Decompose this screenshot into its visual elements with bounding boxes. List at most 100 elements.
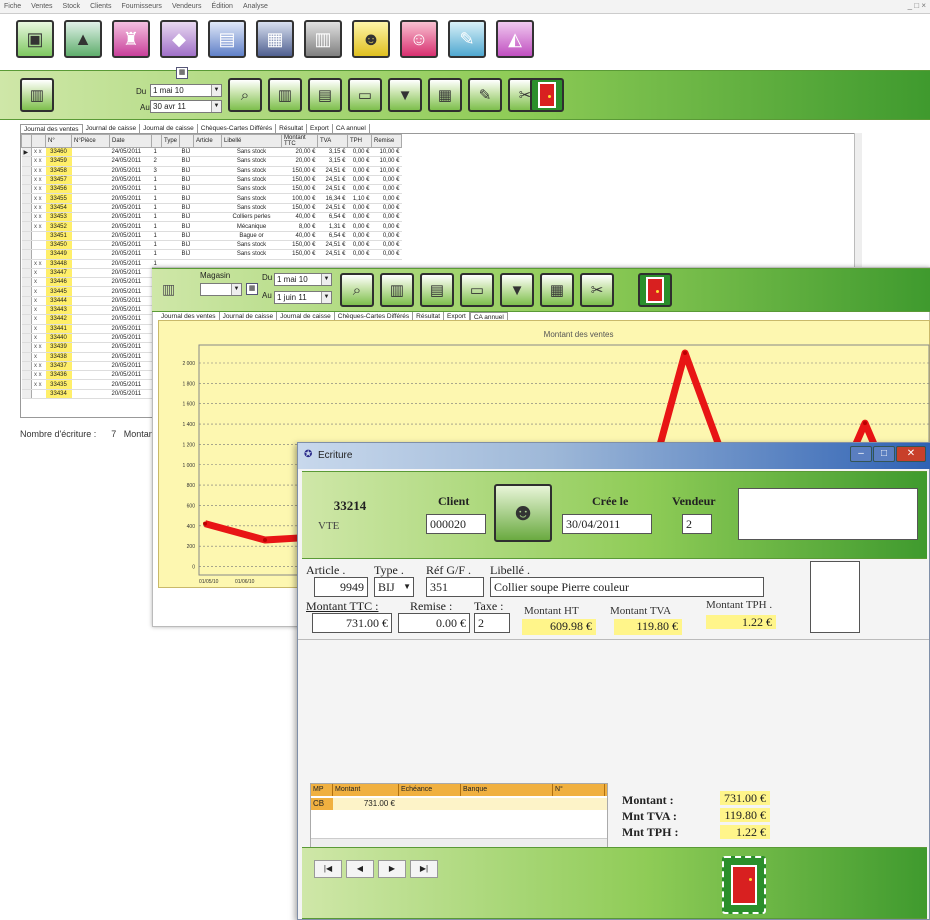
- table-row[interactable]: ▶ x x 33460 24/05/2011 1 BIJ Sans stock 20,00 €…: [21, 147, 402, 158]
- menu-item-vendeurs[interactable]: Vendeurs: [172, 3, 202, 10]
- table-row[interactable]: x x 33453 20/05/2011 1 BIJ Colliers perles 40,…: [21, 212, 402, 223]
- table-cell: 33445: [45, 286, 72, 297]
- tools-icon[interactable]: ✎: [448, 20, 486, 58]
- pyramid-icon[interactable]: ▲: [64, 20, 102, 58]
- taxe-field[interactable]: 2: [474, 613, 510, 633]
- grid-header-cell[interactable]: [179, 134, 195, 148]
- chart-tools-button[interactable]: ✂: [580, 273, 614, 307]
- table-row[interactable]: 33449 20/05/2011 1 BIJ Sans stock 150,00 €24,…: [21, 249, 402, 260]
- chart-to-combo[interactable]: 1 juin 11 ▼: [274, 291, 332, 304]
- chart-print-button[interactable]: ▥: [380, 273, 414, 307]
- minimize-button[interactable]: –: [850, 446, 872, 462]
- table-row[interactable]: 33450 20/05/2011 1 BIJ Sans stock 150,00 €24,…: [21, 240, 402, 251]
- filter-button[interactable]: ▼: [388, 78, 422, 112]
- menu-item-stock[interactable]: Stock: [63, 3, 81, 10]
- calendar-icon[interactable]: ▦: [176, 67, 188, 79]
- menu-item-ventes[interactable]: Ventes: [31, 3, 52, 10]
- comment-box[interactable]: [738, 488, 918, 540]
- edit-button[interactable]: ✎: [468, 78, 502, 112]
- bottles-icon[interactable]: ♜: [112, 20, 150, 58]
- table-row[interactable]: x x 33454 20/05/2011 1 BIJ Sans stock 150,00 €…: [21, 203, 402, 214]
- printer-icon[interactable]: ▥: [304, 20, 342, 58]
- window-app-icon: ✪: [304, 449, 313, 460]
- chart-folder-button[interactable]: ▭: [460, 273, 494, 307]
- client-lookup-button[interactable]: ☻: [494, 484, 552, 542]
- grid-header-cell[interactable]: Montant TTC: [281, 134, 319, 148]
- chart-archive-button[interactable]: ▦: [540, 273, 574, 307]
- previous-record-button[interactable]: ◀: [346, 860, 374, 878]
- grid-header-cell[interactable]: Type: [160, 134, 181, 148]
- people-icon[interactable]: ☻: [352, 20, 390, 58]
- table-cell: [193, 175, 222, 186]
- menu-item-fournisseurs[interactable]: Fournisseurs: [121, 3, 161, 10]
- document-icon[interactable]: ▤: [208, 20, 246, 58]
- to-date-combo[interactable]: 30 avr 11 ▼: [150, 100, 222, 113]
- chart-icon[interactable]: ◭: [496, 20, 534, 58]
- article-field[interactable]: 9949: [314, 577, 368, 597]
- from-date-combo[interactable]: 1 mai 10 ▼: [150, 84, 222, 97]
- chart-exit-button[interactable]: [638, 273, 672, 307]
- remise-field[interactable]: 0.00 €: [398, 613, 470, 633]
- chart-document-button[interactable]: ▤: [420, 273, 454, 307]
- store-button[interactable]: ▥: [20, 78, 54, 112]
- type-select[interactable]: BIJ ▼: [374, 577, 414, 597]
- document-button[interactable]: ▤: [308, 78, 342, 112]
- table-row[interactable]: x x 33452 20/05/2011 1 BIJ Mécanique 8,00 €1,3…: [21, 221, 402, 232]
- payment-row[interactable]: CB 731.00 €: [311, 798, 607, 810]
- grid-header-cell[interactable]: N°Pièce: [71, 134, 110, 148]
- grid-header-cell[interactable]: N°: [45, 134, 72, 148]
- chart-search-button[interactable]: ⌕: [340, 273, 374, 307]
- chart-filter-button[interactable]: ▼: [500, 273, 534, 307]
- menu-item-clients[interactable]: Clients: [90, 3, 111, 10]
- cash-register-icon[interactable]: ▣: [16, 20, 54, 58]
- table-cell: [193, 249, 222, 260]
- grid-header-cell[interactable]: Article: [193, 134, 223, 148]
- grid-header-cell[interactable]: Remise: [371, 134, 403, 148]
- table-row[interactable]: x x 33458 20/05/2011 3 BIJ Sans stock 150,00 €…: [21, 166, 402, 176]
- diamond-icon[interactable]: ◆: [160, 20, 198, 58]
- client-field[interactable]: 000020: [426, 514, 486, 534]
- calendar-icon[interactable]: ▦: [246, 283, 258, 295]
- grid-header-cell[interactable]: Libellé: [221, 134, 283, 148]
- first-record-button[interactable]: |◀: [314, 860, 342, 878]
- table-row[interactable]: x x 33457 20/05/2011 1 BIJ Sans stock 150,00 €…: [21, 175, 402, 186]
- table-row[interactable]: 33451 20/05/2011 1 BIJ Bague or 40,00 €6,54 €…: [21, 231, 402, 241]
- table-cell: [71, 212, 110, 223]
- last-record-button[interactable]: ▶|: [410, 860, 438, 878]
- team-icon[interactable]: ☺: [400, 20, 438, 58]
- menu-item-analyse[interactable]: Analyse: [243, 3, 268, 10]
- print-button[interactable]: ▥: [268, 78, 302, 112]
- pencil-icon: ✎: [478, 87, 492, 104]
- vendeur-field[interactable]: 2: [682, 514, 712, 534]
- search-button[interactable]: ⌕: [228, 78, 262, 112]
- chart-from-combo[interactable]: 1 mai 10 ▼: [274, 273, 332, 286]
- exit-button[interactable]: [530, 78, 564, 112]
- grid-header-cell[interactable]: TVA: [317, 134, 349, 148]
- grid-header-cell[interactable]: TPH: [347, 134, 373, 148]
- ref-field[interactable]: 351: [426, 577, 484, 597]
- grid-header-cell[interactable]: Date: [109, 134, 152, 148]
- grid-header-cell[interactable]: [151, 134, 162, 148]
- grid-header-cell[interactable]: [31, 134, 46, 148]
- ecriture-exit-button[interactable]: [722, 856, 766, 914]
- menu-item-fiche[interactable]: Fiche: [4, 3, 21, 10]
- payments-grid[interactable]: MP Montant Echéance Banque N° CB 731.00 …: [310, 783, 608, 849]
- next-record-button[interactable]: ▶: [378, 860, 406, 878]
- folder-button[interactable]: ▭: [348, 78, 382, 112]
- libelle-field[interactable]: Collier soupe Pierre couleur: [490, 577, 764, 597]
- menu-item-edition[interactable]: Édition: [212, 3, 233, 10]
- created-date-field[interactable]: 30/04/2011: [562, 514, 652, 534]
- close-button[interactable]: ✕: [896, 446, 926, 462]
- maximize-button[interactable]: □: [873, 446, 895, 462]
- table-row[interactable]: x x 33456 20/05/2011 1 BIJ Sans stock 150,00 €…: [21, 184, 402, 195]
- table-cell: [193, 147, 222, 158]
- table-cell: 8,00 €: [281, 221, 318, 232]
- window-controls[interactable]: _ □ ×: [908, 1, 926, 10]
- magasin-combo[interactable]: ▼: [200, 283, 242, 296]
- safe-icon[interactable]: ▦: [256, 20, 294, 58]
- table-row[interactable]: x x 33455 20/05/2011 1 BIJ Sans stock 100,00 €…: [21, 193, 402, 204]
- table-row[interactable]: x x 33459 24/05/2011 2 BIJ Sans stock 20,00 €3…: [21, 156, 402, 167]
- archive-button[interactable]: ▦: [428, 78, 462, 112]
- grid-header-cell[interactable]: [21, 134, 32, 148]
- ttc-field[interactable]: 731.00 €: [312, 613, 392, 633]
